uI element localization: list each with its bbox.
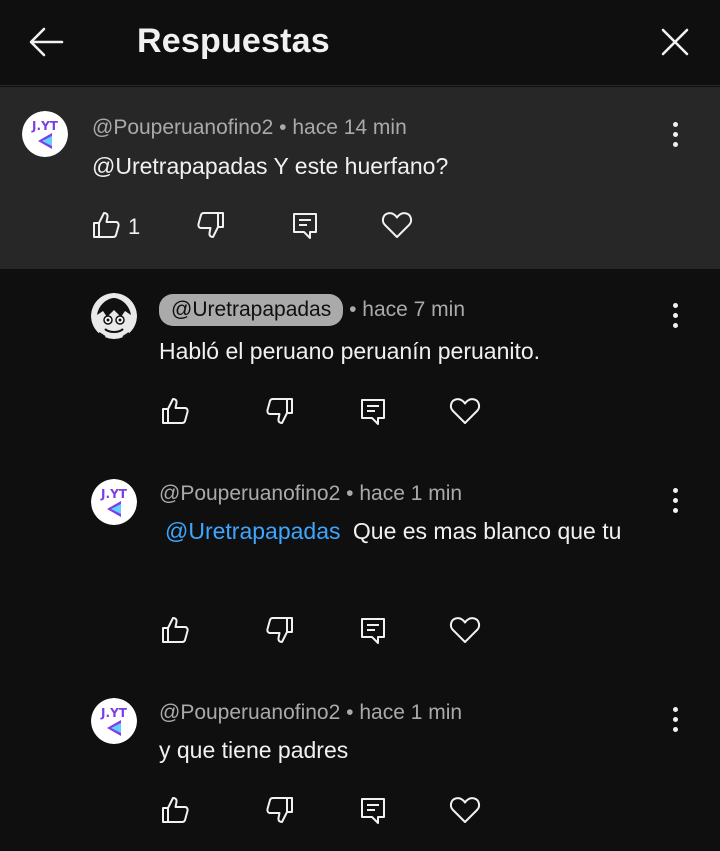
more-vertical-icon (672, 121, 678, 127)
dislike-button[interactable] (193, 207, 229, 243)
comment-text: @Uretrapapadas Y este huerfano? (92, 153, 449, 179)
author-name[interactable]: @Pouperuanofino2 (159, 701, 340, 724)
back-button[interactable] (22, 20, 70, 64)
author-name[interactable]: @Pouperuanofino2 (159, 482, 340, 505)
page-title: Respuestas (137, 22, 330, 60)
svg-text:J.YT: J.YT (100, 487, 128, 501)
heart-button[interactable] (378, 207, 416, 243)
more-options-button[interactable] (663, 701, 687, 737)
meta-separator: • (349, 298, 357, 321)
more-options-button[interactable] (663, 297, 687, 333)
reply-button[interactable] (287, 207, 323, 243)
meta-separator: • (346, 701, 354, 724)
comment-meta: @Uretrapapadas • hace 7 min (159, 294, 465, 326)
comment-meta: @Pouperuanofino2 • hace 14 min (92, 114, 407, 142)
like-count: 1 (128, 214, 141, 239)
jyt-avatar-icon: J.YT (91, 698, 137, 744)
thumb-down-icon (266, 797, 293, 823)
heart-icon (449, 398, 481, 424)
thumb-down-icon (266, 398, 293, 424)
thumb-up-icon (162, 398, 189, 424)
mention-link[interactable]: @Uretrapapadas (165, 518, 341, 544)
timestamp: hace 14 min (292, 116, 407, 139)
avatar[interactable]: J.YT (22, 111, 68, 157)
like-button[interactable] (88, 207, 124, 243)
reply-button[interactable] (355, 792, 391, 828)
more-vertical-icon (672, 302, 678, 308)
close-button[interactable] (652, 20, 698, 64)
comment-meta: @Pouperuanofino2 • hace 1 min (159, 699, 462, 727)
reply-item: J.YT @Pouperuanofino2 • hace 1 min y que… (0, 686, 720, 846)
dislike-button[interactable] (262, 393, 298, 429)
avatar[interactable] (91, 293, 137, 339)
like-button[interactable] (157, 393, 193, 429)
thumb-down-icon (197, 212, 224, 238)
heart-icon (449, 797, 481, 823)
heart-button[interactable] (446, 612, 484, 648)
reply-button[interactable] (355, 612, 391, 648)
more-vertical-icon (672, 706, 678, 712)
avatar[interactable]: J.YT (91, 698, 137, 744)
svg-text:J.YT: J.YT (31, 119, 59, 133)
author-name[interactable]: @Pouperuanofino2 (92, 116, 273, 139)
comment-text: @Uretrapapadas Que es mas blanco que tu (159, 512, 659, 550)
comment-meta: @Pouperuanofino2 • hace 1 min (159, 480, 462, 508)
thumb-down-icon (266, 617, 293, 643)
parent-comment: J.YT @Pouperuanofino2 • hace 14 min @Ure… (0, 87, 720, 269)
like-button[interactable] (157, 612, 193, 648)
author-chip[interactable]: @Uretrapapadas (159, 294, 344, 326)
dislike-button[interactable] (262, 612, 298, 648)
more-vertical-icon (672, 487, 678, 493)
jyt-avatar-icon: J.YT (91, 479, 137, 525)
heart-button[interactable] (446, 792, 484, 828)
meta-separator: • (346, 482, 354, 505)
svg-text:J.YT: J.YT (100, 706, 128, 720)
reply-icon (293, 213, 317, 239)
thumb-up-icon (162, 797, 189, 823)
close-icon (661, 28, 689, 56)
header: Respuestas (0, 0, 720, 86)
reply-icon (361, 399, 385, 425)
reply-item: J.YT @Pouperuanofino2 • hace 1 min @Uret… (0, 467, 720, 657)
timestamp: hace 7 min (362, 298, 466, 321)
meta-separator: • (279, 116, 287, 139)
comment-body: Que es mas blanco que tu (352, 518, 622, 544)
thumb-up-icon (93, 212, 120, 238)
cartoon-character-avatar-icon (91, 293, 137, 339)
jyt-avatar-icon: J.YT (22, 111, 68, 157)
timestamp: hace 1 min (359, 482, 463, 505)
more-options-button[interactable] (663, 482, 687, 518)
avatar[interactable]: J.YT (91, 479, 137, 525)
like-button[interactable] (157, 792, 193, 828)
arrow-left-icon (29, 27, 64, 57)
reply-button[interactable] (355, 393, 391, 429)
dislike-button[interactable] (262, 792, 298, 828)
more-options-button[interactable] (663, 116, 687, 152)
timestamp: hace 1 min (359, 701, 463, 724)
reply-icon (361, 618, 385, 644)
comment-text: y que tiene padres (159, 737, 349, 763)
comment-text: Habló el peruano peruanín peruanito. (159, 338, 541, 364)
reply-item: @Uretrapapadas • hace 7 min Habló el per… (0, 282, 720, 442)
reply-icon (361, 798, 385, 824)
thumb-up-icon (162, 617, 189, 643)
heart-button[interactable] (446, 393, 484, 429)
heart-icon (381, 212, 413, 238)
heart-icon (449, 617, 481, 643)
